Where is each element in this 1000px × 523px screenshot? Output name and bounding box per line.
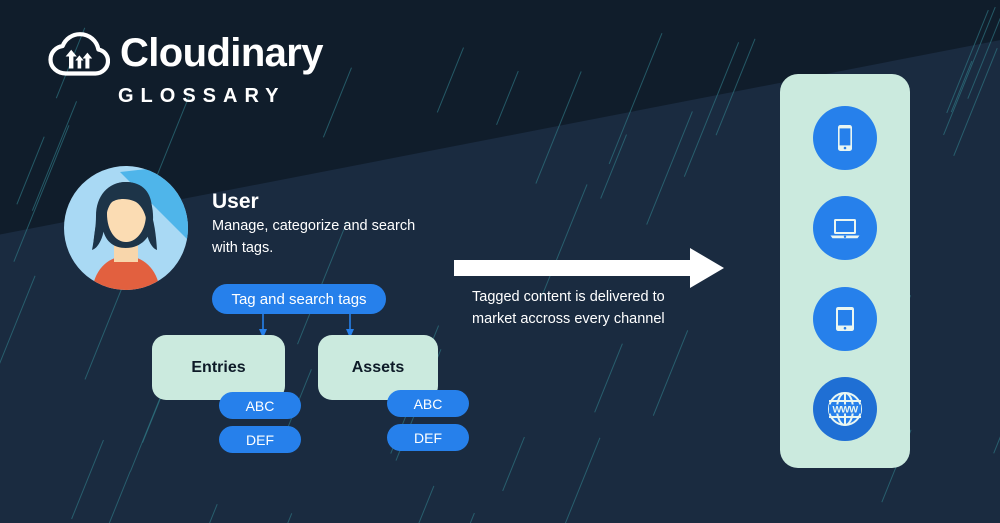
brand-logo: Cloudinary GLOSSARY xyxy=(48,30,324,108)
tag-group-entries[interactable]: Entries xyxy=(152,335,285,400)
user-title: User xyxy=(212,190,259,213)
tag-and-search-pill[interactable]: Tag and search tags xyxy=(212,284,386,314)
infographic-canvas: Cloudinary GLOSSARY User Manage, categor… xyxy=(0,0,1000,523)
brand-subtitle: GLOSSARY xyxy=(118,85,286,107)
right-arrow-icon xyxy=(454,248,724,288)
laptop-icon[interactable] xyxy=(813,196,877,260)
entries-tag-abc[interactable]: ABC xyxy=(219,392,301,419)
globe-www-icon[interactable]: WWW xyxy=(813,377,877,441)
user-description: Manage, categorize and search with tags. xyxy=(212,218,416,256)
delivery-caption: Tagged content is delivered to market ac… xyxy=(472,289,665,328)
smartphone-icon[interactable] xyxy=(813,106,877,170)
assets-tag-def[interactable]: DEF xyxy=(387,424,469,451)
brand-name: Cloudinary xyxy=(120,31,324,75)
svg-text:WWW: WWW xyxy=(832,404,858,415)
tablet-icon[interactable] xyxy=(813,287,877,351)
cloudinary-cloud-icon xyxy=(48,32,110,76)
entries-tag-def[interactable]: DEF xyxy=(219,426,301,453)
assets-tag-abc[interactable]: ABC xyxy=(387,390,469,417)
user-avatar xyxy=(64,166,188,290)
